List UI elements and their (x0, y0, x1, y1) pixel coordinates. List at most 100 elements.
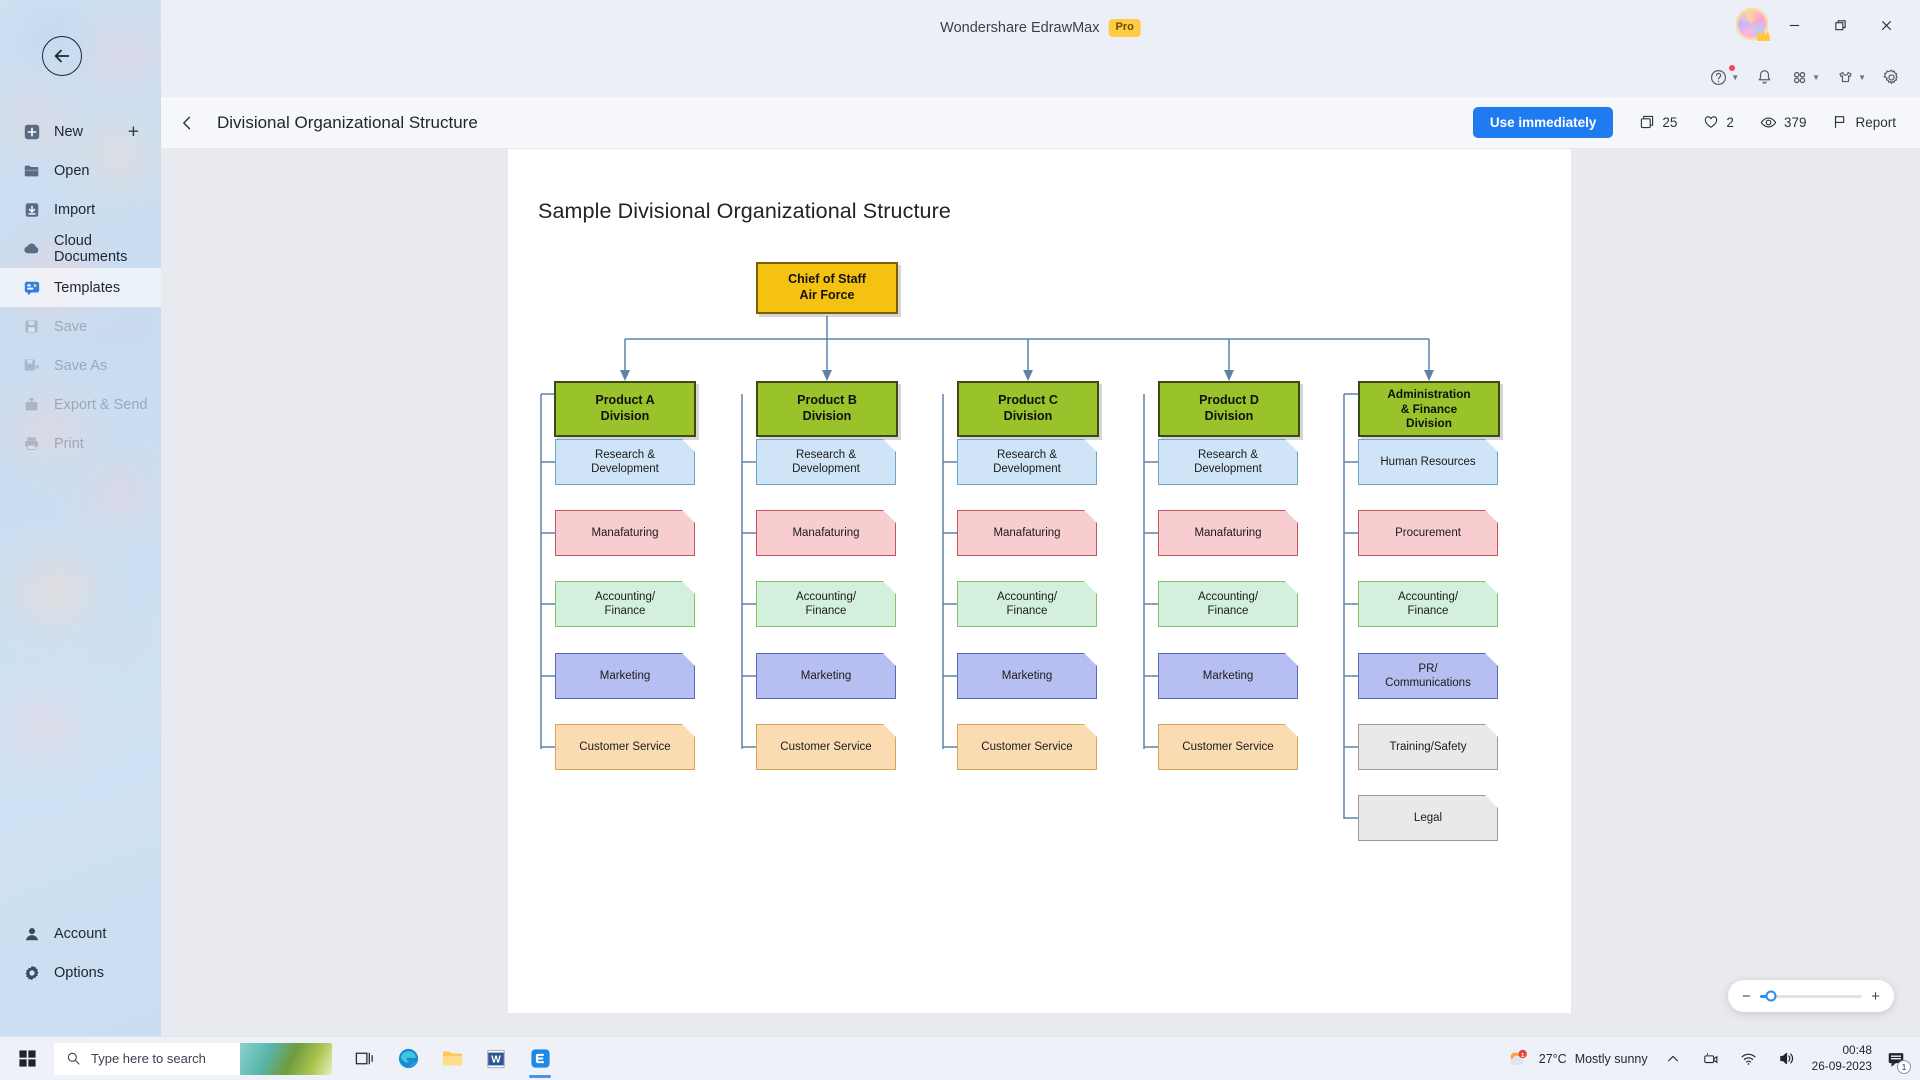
leaf-line2: Development (993, 463, 1061, 475)
sidebar-item-print[interactable]: Print (0, 424, 161, 463)
pro-badge: Pro (1108, 19, 1141, 37)
system-tray: 1 27°C Mostly sunny 00:48 26-09-2023 1 (1507, 1043, 1920, 1074)
document-page: Sample Divisional Organizational Structu… (508, 149, 1571, 1013)
user-avatar[interactable] (1738, 10, 1770, 41)
zoom-control[interactable]: − + (1728, 980, 1894, 1012)
org-leaf-4-2[interactable]: Accounting/Finance (1358, 581, 1498, 627)
org-leaf-2-2[interactable]: Accounting/Finance (957, 581, 1097, 627)
start-button[interactable] (0, 1049, 54, 1068)
notification-count: 1 (1897, 1059, 1911, 1074)
help-badge-dot (1729, 65, 1736, 71)
zoom-slider-handle[interactable] (1765, 990, 1777, 1002)
sidebar-item-save[interactable]: Save (0, 307, 161, 346)
new-plus-button[interactable]: + (128, 122, 139, 141)
apps-button[interactable]: ▼ (1785, 62, 1825, 92)
stat-value: 25 (1662, 114, 1678, 130)
print-icon (22, 434, 41, 453)
restore-button[interactable] (1818, 10, 1862, 40)
org-leaf-4-4[interactable]: Training/Safety (1358, 724, 1498, 770)
org-leaf-3-0[interactable]: Research & Development (1158, 439, 1298, 485)
sidebar-item-cloud-documents[interactable]: Cloud Documents (0, 229, 161, 268)
division-line1: Product B (797, 393, 857, 408)
org-leaf-0-2[interactable]: Accounting/Finance (555, 581, 695, 627)
close-button[interactable] (1864, 10, 1908, 40)
sidebar-item-save-as[interactable]: Save As (0, 346, 161, 385)
sidebar-item-export-and-send[interactable]: Export & Send (0, 385, 161, 424)
report-button[interactable]: Report (1832, 114, 1896, 130)
stat-likes[interactable]: 2 (1703, 114, 1734, 130)
org-leaf-3-2[interactable]: Accounting/Finance (1158, 581, 1298, 627)
notification-center-button[interactable]: 1 (1884, 1047, 1911, 1074)
org-leaf-1-1[interactable]: Manafaturing (756, 510, 896, 556)
restore-icon (1834, 19, 1846, 30)
org-node-division-0[interactable]: Product A Division (554, 381, 696, 437)
org-leaf-1-4[interactable]: Customer Service (756, 724, 896, 770)
org-leaf-3-4[interactable]: Customer Service (1158, 724, 1298, 770)
taskbar-clock[interactable]: 00:48 26-09-2023 (1812, 1043, 1872, 1074)
back-button[interactable] (42, 36, 82, 76)
use-immediately-button[interactable]: Use immediately (1472, 106, 1614, 139)
org-node-division-2[interactable]: Product C Division (957, 381, 1099, 437)
org-leaf-4-0[interactable]: Human Resources (1358, 439, 1498, 485)
microsoft-word-button[interactable]: W (476, 1039, 516, 1079)
wifi-tray-button[interactable] (1736, 1046, 1762, 1072)
canvas-area[interactable]: Sample Divisional Organizational Structu… (161, 149, 1920, 1036)
close-icon (1881, 20, 1891, 30)
leaf-line1: Customer Service (780, 740, 872, 753)
division-line2: Division (1003, 409, 1053, 423)
leaf-line1: Marketing (1001, 669, 1053, 682)
show-hidden-icons-button[interactable] (1660, 1046, 1686, 1072)
org-leaf-1-0[interactable]: Research & Development (756, 439, 896, 485)
zoom-slider-track[interactable] (1760, 990, 1862, 1002)
org-node-division-3[interactable]: Product D Division (1158, 381, 1300, 437)
stat-copies[interactable]: 25 (1639, 114, 1677, 130)
org-node-division-1[interactable]: Product B Division (756, 381, 898, 437)
zoom-in-button[interactable]: + (1870, 989, 1881, 1004)
org-leaf-2-4[interactable]: Customer Service (957, 724, 1097, 770)
org-leaf-4-1[interactable]: Procurement (1358, 510, 1498, 556)
file-explorer-button[interactable] (432, 1039, 472, 1079)
leaf-line2: Finance (1207, 605, 1249, 617)
stat-views[interactable]: 379 (1760, 114, 1806, 131)
doc-back-button[interactable] (167, 115, 207, 131)
settings-button[interactable] (1877, 62, 1906, 92)
edrawmax-button[interactable] (520, 1039, 560, 1079)
theme-button[interactable]: ▼ (1831, 62, 1871, 92)
volume-tray-button[interactable] (1774, 1046, 1800, 1072)
org-leaf-0-4[interactable]: Customer Service (555, 724, 695, 770)
org-leaf-2-0[interactable]: Research & Development (957, 439, 1097, 485)
org-node-division-4[interactable]: Administration & Finance Division (1358, 381, 1500, 437)
org-leaf-4-3[interactable]: PR/Communications (1358, 653, 1498, 699)
org-leaf-2-1[interactable]: Manafaturing (957, 510, 1097, 556)
org-leaf-1-2[interactable]: Accounting/Finance (756, 581, 896, 627)
minimize-button[interactable] (1772, 10, 1816, 40)
sidebar-item-import[interactable]: Import (0, 190, 161, 229)
org-leaf-0-0[interactable]: Research & Development (555, 439, 695, 485)
sidebar-item-open[interactable]: Open (0, 151, 161, 190)
camera-icon (1703, 1052, 1718, 1063)
sidebar-item-account[interactable]: Account (0, 914, 161, 953)
org-leaf-0-3[interactable]: Marketing (555, 653, 695, 699)
org-leaf-1-3[interactable]: Marketing (756, 653, 896, 699)
sidebar-item-templates[interactable]: Templates (0, 268, 161, 307)
org-leaf-4-5[interactable]: Legal (1358, 795, 1498, 841)
help-button[interactable]: ▼ (1704, 62, 1744, 92)
camera-tray-button[interactable] (1698, 1046, 1724, 1072)
task-view-button[interactable] (344, 1039, 384, 1079)
org-node-root[interactable]: Chief of Staff Air Force (756, 262, 898, 314)
zoom-out-button[interactable]: − (1741, 989, 1752, 1004)
weather-widget[interactable]: 1 27°C Mostly sunny (1507, 1048, 1648, 1070)
export-icon (22, 395, 41, 414)
notifications-button[interactable] (1750, 62, 1779, 92)
search-icon (67, 1052, 80, 1065)
org-leaf-2-3[interactable]: Marketing (957, 653, 1097, 699)
taskbar-search[interactable]: Type here to search (54, 1042, 332, 1075)
org-leaf-3-3[interactable]: Marketing (1158, 653, 1298, 699)
org-leaf-3-1[interactable]: Manafaturing (1158, 510, 1298, 556)
folder-icon (22, 161, 41, 180)
org-leaf-0-1[interactable]: Manafaturing (555, 510, 695, 556)
sidebar-item-new[interactable]: New + (0, 112, 161, 151)
sidebar-item-options[interactable]: Options (0, 953, 161, 992)
division-line1: Product A (595, 393, 655, 408)
microsoft-edge-button[interactable] (388, 1039, 428, 1079)
